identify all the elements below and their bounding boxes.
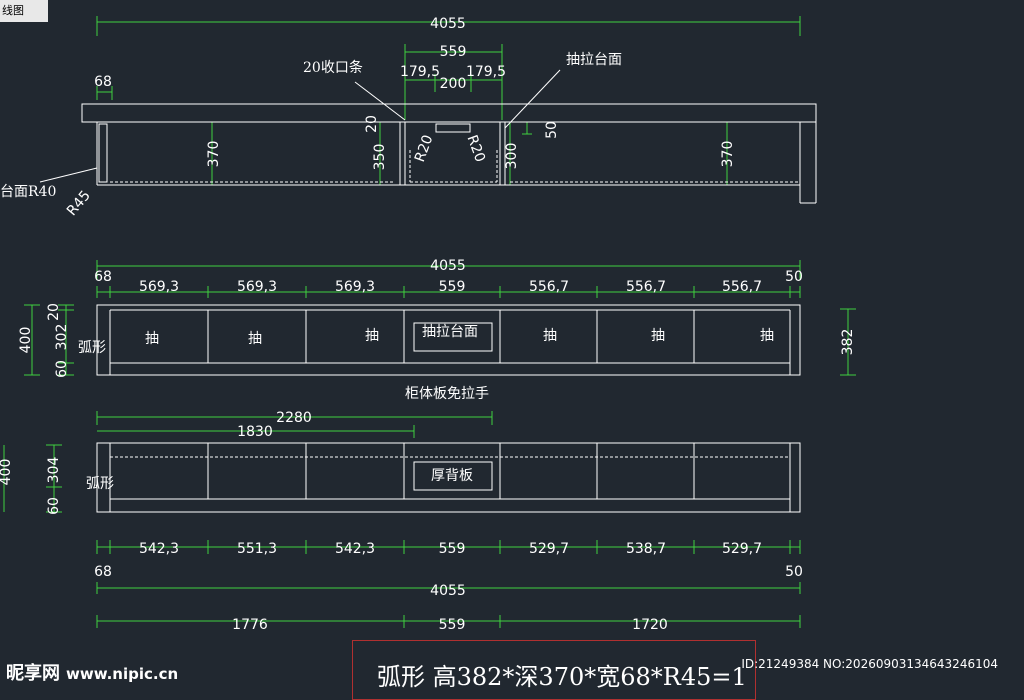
back-dim-1830: 1830 [237,424,273,440]
back-bottom-1: 1776 [232,617,268,633]
back-h-mid: 304 [46,457,62,484]
elevation-h-strip: 20 [364,115,380,133]
front-pull-label: 抽拉台面 [422,324,478,340]
elevation-mid-width-dim: 559 [440,44,467,60]
elevation-h-mid: 350 [372,144,388,171]
front-drawer-3: 抽 [365,328,379,344]
elevation-r45: R45 [64,188,94,219]
back-width-4: 559 [439,541,466,557]
back-bottom-2: 559 [439,617,466,633]
back-end-right: 50 [785,564,803,580]
front-end-left: 68 [94,269,112,285]
back-width-7: 529,7 [722,541,762,557]
back-end-left: 68 [94,564,112,580]
front-arc-label: 弧形 [78,340,106,356]
elevation-h-drawer: 300 [504,143,520,170]
elevation-h-left: 370 [206,141,222,168]
front-width-3: 569,3 [335,279,375,295]
back-h-total: 400 [0,459,14,486]
front-drawer-2: 抽 [248,331,262,347]
drawing-tab[interactable]: 线图 [0,0,48,22]
front-h-right: 382 [840,329,856,356]
back-dim-2280: 2280 [276,410,312,426]
front-width-6: 556,7 [626,279,666,295]
back-panel-label: 厚背板 [431,468,473,484]
elevation-d50: 50 [544,121,560,139]
elevation-mid-center-dim: 200 [440,76,467,92]
label-strip: 20收口条 [303,59,363,76]
watermark-site: www.nipic.cn [66,665,179,683]
elevation-end-left-dim: 68 [94,74,112,90]
elevation-view: 4055 559 179,5 200 179,5 68 20收口条 抽拉台面 台… [0,16,817,219]
front-caption: 柜体板免拉手 [405,386,489,402]
back-width-2: 551,3 [237,541,277,557]
front-h-mid: 302 [54,324,70,351]
elevation-total-dim: 4055 [430,16,466,32]
front-view: 4055 68 50 569,3 569,3 569,3 559 556,7 5… [18,258,856,402]
front-drawer-6: 抽 [651,328,665,344]
front-h-total: 400 [18,327,34,354]
back-width-3: 542,3 [335,541,375,557]
front-width-4: 559 [439,279,466,295]
elevation-mid-right-dim: 179,5 [466,64,506,80]
back-bottom-3: 1720 [632,617,668,633]
elevation-r-left: R20 [412,133,436,164]
front-drawer-1: 抽 [145,331,159,347]
watermark-id: ID:21249384 NO:20260903134643246104 [741,657,998,671]
back-width-1: 542,3 [139,541,179,557]
cad-drawing-canvas[interactable]: 4055 559 179,5 200 179,5 68 20收口条 抽拉台面 台… [0,0,1024,691]
elevation-r-right: R20 [464,133,488,164]
label-top-r40: 台面R40 [0,184,56,200]
back-width-5: 529,7 [529,541,569,557]
front-total-dim: 4055 [430,258,466,274]
watermark-logo: 昵享网 www.nipic.cn [6,659,178,685]
back-total-dim: 4055 [430,583,466,599]
front-drawer-7: 抽 [760,328,774,344]
front-h-bot: 60 [54,360,70,378]
back-arc-label: 弧形 [86,476,114,492]
back-width-6: 538,7 [626,541,666,557]
front-width-7: 556,7 [722,279,762,295]
front-end-right: 50 [785,269,803,285]
watermark-brand: 昵享网 [6,663,60,684]
front-width-2: 569,3 [237,279,277,295]
front-width-5: 556,7 [529,279,569,295]
back-view: 2280 1830 304 60 400 弧形 厚背板 542,3 551,3 … [0,410,803,633]
front-drawer-5: 抽 [543,328,557,344]
label-pull-top: 抽拉台面 [566,52,622,68]
spec-note: 弧形 高382*深370*宽68*R45=1 [352,640,756,700]
front-width-1: 569,3 [139,279,179,295]
back-h-bot: 60 [46,497,62,515]
front-h-top: 20 [46,303,62,321]
elevation-mid-left-dim: 179,5 [400,64,440,80]
elevation-h-right: 370 [720,141,736,168]
